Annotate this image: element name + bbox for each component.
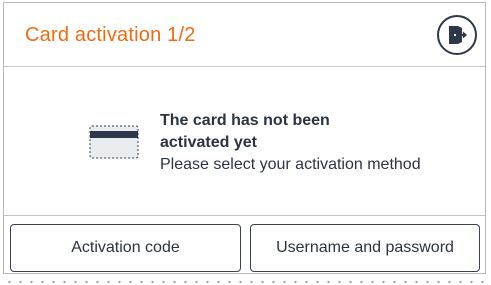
exit-door-icon xyxy=(446,24,468,46)
message-subtitle: Please select your activation method xyxy=(160,156,421,173)
message-area: The card has not been activated yet Plea… xyxy=(4,67,485,216)
message-title: The card has not been activated yet xyxy=(160,112,330,151)
dotted-divider xyxy=(0,280,491,284)
activation-message: The card has not been activated yet Plea… xyxy=(160,110,460,176)
action-bar: Activation code Username and password xyxy=(4,215,485,274)
card-activation-screen: Card activation 1/2 The card has not bee… xyxy=(0,0,491,285)
page-title: Card activation 1/2 xyxy=(25,24,196,46)
activation-panel: Card activation 1/2 The card has not bee… xyxy=(3,2,486,274)
username-password-button[interactable]: Username and password xyxy=(250,224,480,272)
credit-card-icon xyxy=(89,125,139,159)
exit-button[interactable] xyxy=(437,15,477,55)
activation-code-button[interactable]: Activation code xyxy=(10,224,241,272)
header: Card activation 1/2 xyxy=(4,3,485,67)
